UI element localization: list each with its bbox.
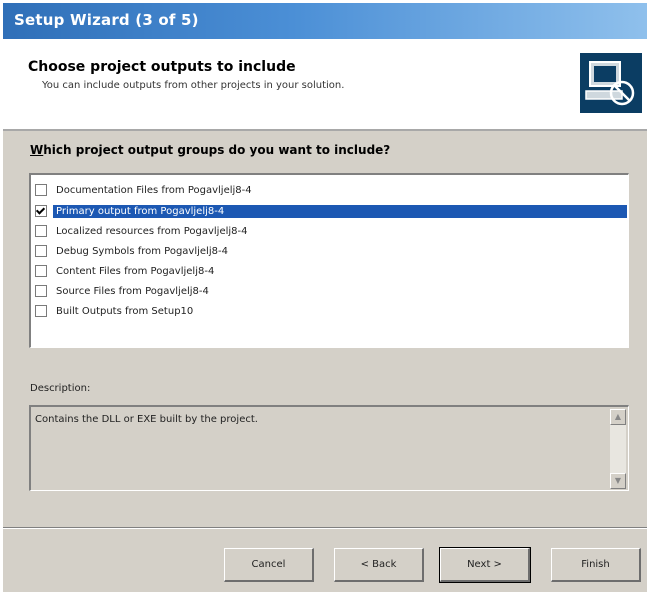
back-button[interactable]: < Back <box>334 548 424 582</box>
finish-button[interactable]: Finish <box>551 548 641 582</box>
scroll-up-icon[interactable]: ▲ <box>610 409 626 425</box>
list-item[interactable]: Localized resources from Pogavljelj8-4 <box>35 222 251 240</box>
description-text: Contains the DLL or EXE built by the pro… <box>35 414 258 425</box>
list-item-label: Debug Symbols from Pogavljelj8-4 <box>56 245 228 257</box>
list-item-label: Primary output from Pogavljelj8-4 <box>53 204 627 218</box>
title-bar[interactable]: Setup Wizard (3 of 5) <box>3 3 647 39</box>
list-item-label: Content Files from Pogavljelj8-4 <box>56 265 215 277</box>
description-label: Description: <box>30 383 91 394</box>
list-item[interactable]: Debug Symbols from Pogavljelj8-4 <box>35 242 231 260</box>
description-box[interactable]: Contains the DLL or EXE built by the pro… <box>29 405 629 491</box>
list-item[interactable]: Source Files from Pogavljelj8-4 <box>35 282 212 300</box>
scroll-down-icon[interactable]: ▼ <box>610 473 626 489</box>
output-groups-question: Which project output groups do you want … <box>30 143 391 157</box>
list-item-label: Source Files from Pogavljelj8-4 <box>56 285 209 297</box>
list-item[interactable]: Documentation Files from Pogavljelj8-4 <box>35 181 255 199</box>
window-title: Setup Wizard (3 of 5) <box>14 11 199 29</box>
checkbox[interactable] <box>35 245 47 257</box>
list-item[interactable]: Built Outputs from Setup10 <box>35 302 196 320</box>
list-item[interactable]: Content Files from Pogavljelj8-4 <box>35 262 217 280</box>
checkbox[interactable] <box>35 225 47 237</box>
checkbox[interactable] <box>35 305 47 317</box>
checkbox[interactable] <box>35 285 47 297</box>
divider <box>3 527 647 529</box>
list-item-label: Built Outputs from Setup10 <box>56 305 194 317</box>
setup-computer-icon <box>580 53 642 113</box>
checkbox[interactable] <box>35 265 47 277</box>
list-item-label: Documentation Files from Pogavljelj8-4 <box>56 184 252 196</box>
setup-wizard-window: Setup Wizard (3 of 5) Choose project out… <box>3 3 647 592</box>
checkbox[interactable] <box>35 184 47 196</box>
page-subtitle: You can include outputs from other proje… <box>42 80 345 91</box>
page-title: Choose project outputs to include <box>28 59 296 75</box>
list-item-label: Localized resources from Pogavljelj8-4 <box>56 225 248 237</box>
next-button[interactable]: Next > <box>439 547 531 583</box>
list-item-selected[interactable]: Primary output from Pogavljelj8-4 <box>35 202 627 220</box>
output-groups-list[interactable]: Documentation Files from Pogavljelj8-4 P… <box>29 173 629 348</box>
cancel-button[interactable]: Cancel <box>224 548 314 582</box>
wizard-header: Choose project outputs to include You ca… <box>3 39 647 131</box>
description-scrollbar[interactable]: ▲ ▼ <box>610 409 626 489</box>
checkbox-checked[interactable] <box>35 205 47 217</box>
